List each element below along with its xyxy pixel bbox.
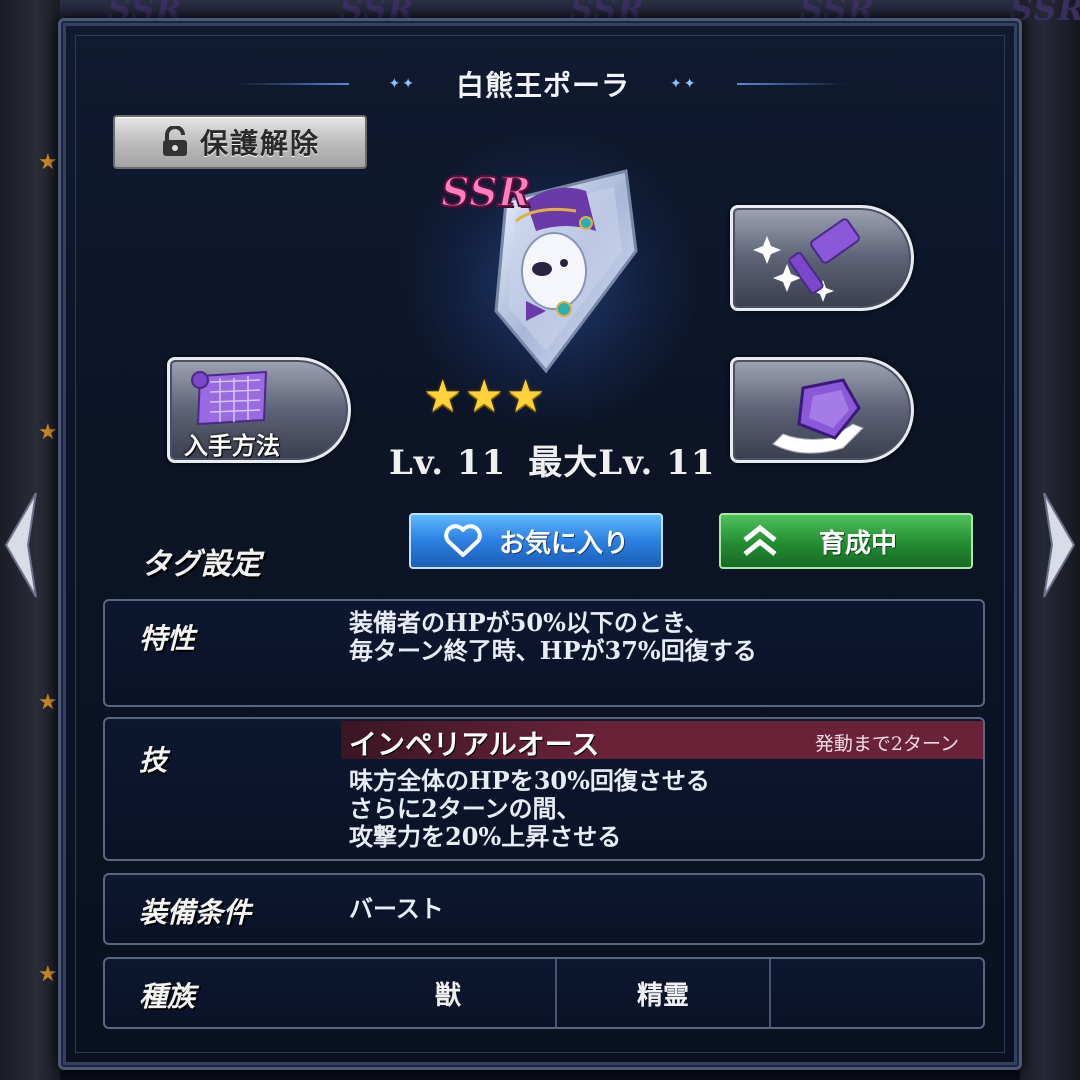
heart-icon xyxy=(444,524,482,557)
background-star-icon: ★ xyxy=(38,420,58,445)
skill-description: 味方全体のHPを30%回復させる さらに2ターンの間、 攻撃力を20%上昇させる xyxy=(349,767,710,851)
background-star-icon: ★ xyxy=(38,962,58,987)
star-icon: ★ xyxy=(505,371,546,422)
level-display: Lv. 11 最大Lv. 11 xyxy=(389,435,715,484)
favorite-button-label: お気に入り xyxy=(498,528,629,559)
equipment-name: 白熊王ポーラ xyxy=(455,69,630,102)
trait-line: 装備者のHPが50%以下のとき、 xyxy=(349,608,709,637)
background-star-icon: ★ xyxy=(38,690,58,715)
previous-arrow-icon[interactable] xyxy=(0,485,40,605)
skill-line: 攻撃力を20%上昇させる xyxy=(349,822,622,851)
skill-label: 技 xyxy=(139,744,168,777)
star-icon: ★ xyxy=(423,371,463,422)
current-level: Lv. 11 xyxy=(389,443,507,483)
skill-line: さらに2ターンの間、 xyxy=(349,794,581,823)
unlock-protection-button[interactable]: 保護解除 xyxy=(113,115,367,169)
trait-line: 毎ターン終了時、HPが37%回復する xyxy=(349,636,757,665)
skill-panel: インペリアルオース 発動まで2ターン 技 味方全体のHPを30%回復させる さら… xyxy=(103,717,985,861)
background-star-icon: ★ xyxy=(38,150,58,175)
equipment-detail-dialog: ✦✦ 白熊王ポーラ ✦✦ 保護解除 SSR ★ ★ ★ Lv. 11 最大Lv.… xyxy=(58,18,1022,1070)
evolve-button[interactable] xyxy=(730,357,914,463)
title-ornament-left xyxy=(238,83,349,85)
equip-condition-panel: 装備条件 バースト xyxy=(103,873,985,945)
unlock-icon xyxy=(162,126,187,156)
trait-description: 装備者のHPが50%以下のとき、 毎ターン終了時、HPが37%回復する xyxy=(349,609,757,665)
trait-label: 特性 xyxy=(139,622,196,655)
training-button-label: 育成中 xyxy=(819,528,898,559)
sparkle-icon: ✦✦ xyxy=(388,76,416,92)
race-label: 種族 xyxy=(139,980,196,1013)
skill-name: インペリアルオース xyxy=(349,728,600,761)
max-level: 最大Lv. 11 xyxy=(528,443,716,483)
sparkle-icon: ✦✦ xyxy=(670,76,698,92)
training-tag-button[interactable]: 育成中 xyxy=(719,513,973,569)
star-rating: ★ ★ ★ xyxy=(423,375,545,419)
unlock-button-label: 保護解除 xyxy=(199,127,320,160)
acquisition-method-label: 入手方法 xyxy=(184,432,280,460)
title-ornament-right xyxy=(737,83,848,85)
race-cells: 獣 精霊 xyxy=(341,959,983,1027)
trait-panel: 特性 装備者のHPが50%以下のとき、 毎ターン終了時、HPが37%回復する xyxy=(103,599,985,707)
double-chevron-up-icon xyxy=(743,524,777,556)
race-cell xyxy=(769,959,983,1027)
map-scroll-icon xyxy=(191,370,268,426)
hammer-sparkle-icon xyxy=(753,218,860,302)
skill-cooldown: 発動まで2ターン xyxy=(814,733,959,755)
equip-condition-label: 装備条件 xyxy=(139,896,252,929)
skill-line: 味方全体のHPを30%回復させる xyxy=(349,766,710,795)
race-cell: 獣 xyxy=(434,980,461,1011)
enhance-button[interactable] xyxy=(730,205,914,311)
gem-hand-icon xyxy=(772,378,864,454)
race-cell: 精霊 xyxy=(555,959,769,1027)
acquisition-method-button[interactable]: 入手方法 xyxy=(167,357,351,463)
star-icon: ★ xyxy=(464,371,504,422)
equip-condition-value: バースト xyxy=(349,894,444,923)
next-arrow-icon[interactable] xyxy=(1040,485,1080,605)
rarity-badge: SSR xyxy=(440,168,532,217)
title-row: ✦✦ 白熊王ポーラ ✦✦ xyxy=(61,59,1025,109)
favorite-tag-button[interactable]: お気に入り xyxy=(409,513,663,569)
race-panel: 種族 獣 精霊 xyxy=(103,957,985,1029)
tag-settings-label: タグ設定 xyxy=(141,547,261,582)
